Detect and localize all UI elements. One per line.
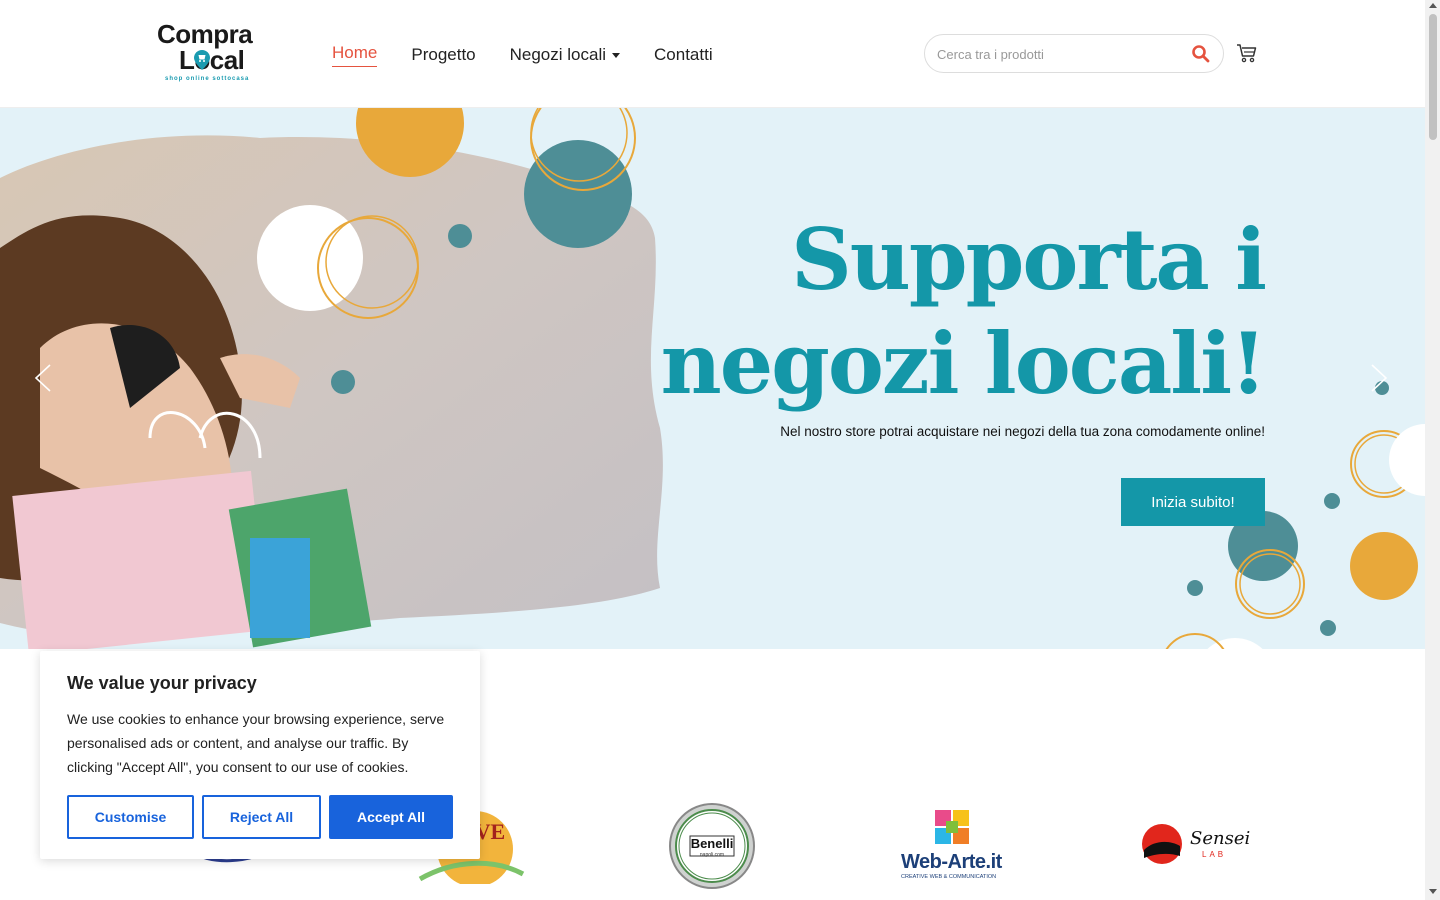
nav-contatti[interactable]: Contatti (654, 42, 713, 67)
chevron-left-icon[interactable] (30, 363, 54, 393)
webarte-emblem (935, 810, 969, 844)
brand-webarte-sub: CREATIVE WEB & COMMUNICATION (901, 874, 997, 880)
accept-all-button[interactable]: Accept All (329, 795, 453, 839)
brand-webarte-text: Web-Arte.it (901, 851, 1002, 873)
brand-benelli-text: Benelli (690, 836, 734, 851)
hero-subtitle: Nel nostro store potrai acquistare nei n… (780, 424, 1265, 439)
brand-sensei-sub: LAB (1202, 850, 1227, 859)
site-header: Compra Local shop online sottocasa Home … (0, 0, 1425, 108)
caret-down-icon (612, 53, 621, 58)
product-search (924, 34, 1224, 73)
search-icon[interactable] (1191, 44, 1211, 64)
start-now-button[interactable]: Inizia subito! (1121, 478, 1265, 526)
chevron-right-icon[interactable] (1368, 363, 1392, 393)
nav-negozi-locali[interactable]: Negozi locali (509, 42, 621, 67)
site-logo[interactable]: Compra Local shop online sottocasa (157, 20, 269, 86)
page-scrollbar[interactable] (1425, 0, 1440, 900)
hero-title-line2: negozi locali! (660, 314, 1267, 413)
scroll-up-arrow-icon[interactable] (1429, 3, 1437, 8)
cookie-text: We use cookies to enhance your browsing … (67, 711, 445, 775)
brand-sensei-text: Sensei (1190, 828, 1251, 849)
brand-logo-benelli[interactable]: Benelli napoli.com (668, 802, 756, 890)
sensei-emblem (1142, 824, 1182, 864)
scroll-down-arrow-icon[interactable] (1429, 889, 1437, 894)
cookie-consent-banner: We value your privacy We use cookies to … (40, 651, 480, 859)
reject-all-button[interactable]: Reject All (202, 795, 321, 839)
brand-logo-sensei[interactable]: Sensei LAB (1140, 822, 1250, 872)
customise-button[interactable]: Customise (67, 795, 194, 839)
map-pin-icon (194, 50, 210, 70)
hero-title: Supporta i negozi locali! (660, 208, 1267, 416)
hero-title-line1: Supporta i (791, 210, 1267, 309)
cart-icon[interactable] (1236, 43, 1258, 63)
hero-photo-shopper (0, 108, 663, 649)
main-nav: Home Progetto Negozi locali Contatti (332, 42, 713, 67)
scroll-thumb[interactable] (1429, 14, 1437, 140)
logo-line1: Compra (157, 19, 253, 49)
nav-home[interactable]: Home (332, 42, 378, 67)
page: Compra Local shop online sottocasa Home … (0, 0, 1425, 900)
search-input[interactable] (937, 44, 1177, 64)
cookie-title: We value your privacy (67, 673, 257, 693)
brand-logo-webarte[interactable]: Web-Arte.it CREATIVE WEB & COMMUNICATION (898, 808, 1008, 888)
logo-line2: Local (179, 45, 245, 75)
nav-negozi-locali-label: Negozi locali (509, 44, 607, 64)
logo-tagline: shop online sottocasa (165, 76, 250, 82)
nav-progetto[interactable]: Progetto (411, 42, 475, 67)
hero-slider: Supporta i negozi locali! Nel nostro sto… (0, 108, 1425, 649)
brand-benelli-sub: napoli.com (699, 852, 725, 858)
